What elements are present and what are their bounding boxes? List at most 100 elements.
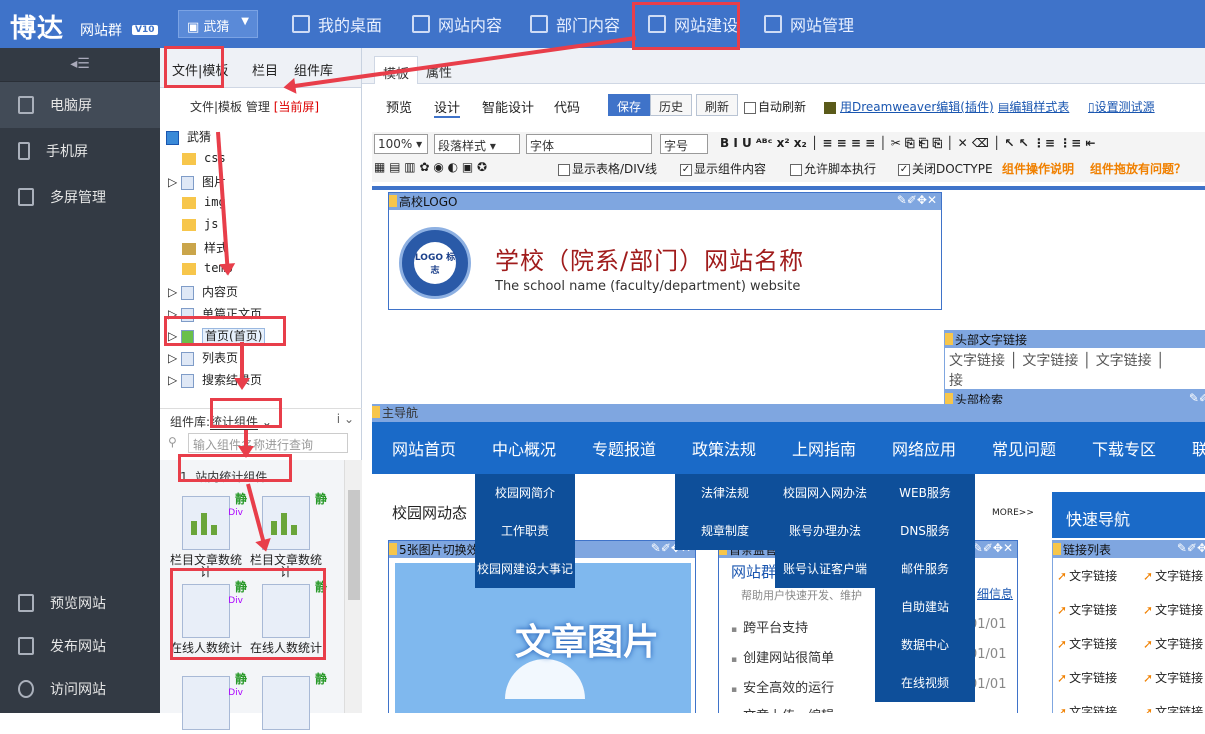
tree-item[interactable]: ▷ 列表页 [168, 349, 238, 366]
main-nav-widget[interactable]: 主导航 网站首页 中心概况 专题报道 政策法规 上网指南 网络应用 常见问题 下… [372, 404, 1205, 474]
header-link[interactable]: 文字链接 [1022, 353, 1078, 369]
sidebar-item-publish[interactable]: 发布网站 [0, 623, 160, 669]
dropdown-item[interactable]: WEB服务 [875, 474, 975, 512]
sidebar-item-visit[interactable]: 访问网站 [0, 666, 160, 712]
dropdown-item[interactable]: 账号认证客户端 [775, 550, 875, 588]
dropdown-item[interactable]: 在线视频 [875, 664, 975, 702]
nav-item[interactable]: 网络应用 [892, 436, 956, 460]
dropdown-item[interactable]: 工作职责 [475, 512, 575, 550]
header-link[interactable]: 文字链接 [1096, 353, 1152, 369]
nav-item[interactable]: 专题报道 [592, 436, 656, 460]
logo-widget[interactable]: 高校LOGO ✎✐✥✕ LOGO 标志 学校（院系/部门）网站名称 The sch… [388, 192, 942, 310]
component-search-input[interactable]: 输入组件名称进行查询 [188, 433, 348, 453]
detail-link[interactable]: 细信息 [977, 585, 1013, 602]
nav-item[interactable]: 政策法规 [692, 436, 756, 460]
menu-toggle-icon[interactable]: ◂☰ [0, 48, 160, 82]
widget-tools-icon[interactable]: ✎✐✥✕ [973, 541, 1013, 555]
help-link-2[interactable]: 组件拖放有问题？ [1090, 160, 1186, 177]
quick-link[interactable]: 文字链接 [1057, 703, 1117, 713]
nav-item[interactable]: 联 [1192, 436, 1205, 460]
dropdown-item[interactable]: 法律法规 [675, 474, 775, 512]
dropdown-item[interactable]: 邮件服务 [875, 550, 975, 588]
test-source-link[interactable]: ▯设置测试源 [1088, 98, 1155, 115]
nav-site-manage[interactable]: 网站管理 [764, 0, 854, 48]
list-item[interactable]: 创建网站很简单 [731, 647, 834, 666]
tab-property[interactable]: 属性 [418, 56, 460, 84]
widget-tools-icon[interactable]: ✎✐✥ [1177, 541, 1205, 555]
nav-item[interactable]: 中心概况 [492, 436, 556, 460]
info-icon[interactable]: i ⌄ [337, 412, 354, 426]
dropdown-item[interactable]: DNS服务 [875, 512, 975, 550]
sidebar-item-phone[interactable]: 手机屏 [0, 128, 160, 174]
focus-name[interactable]: 网站群 [731, 561, 776, 582]
component-item[interactable]: 静 Div [168, 673, 247, 734]
tree-item[interactable]: js [182, 217, 218, 231]
tree-root[interactable]: 武猜 [166, 128, 211, 145]
quick-link[interactable]: 文字链接 [1057, 669, 1117, 686]
edit-stylesheet-link[interactable]: ▤编辑样式表 [998, 98, 1069, 115]
nav-item[interactable]: 网站首页 [392, 436, 456, 460]
nav-item[interactable]: 常见问题 [992, 436, 1056, 460]
quick-link[interactable]: 文字链接 [1057, 567, 1117, 584]
dropdown-item[interactable]: 数据中心 [875, 626, 975, 664]
design-tab[interactable]: 设计 [434, 97, 461, 118]
sidebar-item-multiscreen[interactable]: 多屏管理 [0, 174, 160, 220]
allow-script-checkbox[interactable]: 允许脚本执行 [790, 160, 876, 177]
insert-icons[interactable]: ▦ ▤ ▥ ✿ ◉ ◐ ▣ ✪ [374, 160, 487, 174]
tree-item[interactable]: ▷ 内容页 [168, 283, 238, 300]
nav-desktop[interactable]: 我的桌面 [292, 0, 382, 48]
dropdown-item[interactable]: 规章制度 [675, 512, 775, 550]
show-content-checkbox[interactable]: ✓ 显示组件内容 [680, 160, 766, 177]
auto-refresh-checkbox[interactable]: 自动刷新 [744, 98, 806, 115]
tab-component-lib[interactable]: 组件库 [294, 60, 333, 79]
sidebar-item-preview[interactable]: 预览网站 [0, 580, 160, 626]
save-button[interactable]: 保存 [608, 94, 651, 116]
link-list-widget[interactable]: 链接列表✎✐✥ 文字链接文字链接 文字链接文字链接 文字链接文字链接 文字链接文… [1052, 540, 1205, 713]
quick-link[interactable]: 文字链接 [1143, 635, 1203, 652]
nav-item[interactable]: 上网指南 [792, 436, 856, 460]
quick-link[interactable]: 文字链接 [1057, 635, 1117, 652]
size-select[interactable]: 字号 [660, 134, 708, 154]
dropdown-item[interactable]: 校园网建设大事记 [475, 550, 575, 588]
show-table-checkbox[interactable]: 显示表格/DIV线 [558, 160, 657, 177]
refresh-button[interactable]: 刷新 [696, 94, 739, 116]
header-link[interactable]: 文字链接 [949, 353, 1005, 369]
dropdown-item[interactable]: 校园网简介 [475, 474, 575, 512]
dropdown-item[interactable]: 自助建站 [875, 588, 975, 626]
scrollbar[interactable] [344, 460, 362, 713]
list-item[interactable]: 跨平台支持 [731, 617, 808, 636]
header-links-widget[interactable]: 头部文字链接 文字链接 │ 文字链接 │ 文字链接 │ 接 [944, 330, 1205, 390]
tab-column[interactable]: 栏目 [252, 60, 278, 79]
site-select[interactable]: ▣ 武猜 ▼ [178, 10, 258, 38]
quick-link[interactable]: 文字链接 [1143, 567, 1203, 584]
help-link-1[interactable]: 组件操作说明 [1002, 160, 1074, 177]
dropdown-item[interactable]: 校园网入网办法 [775, 474, 875, 512]
list-item[interactable]: 安全高效的运行 [731, 677, 834, 696]
history-button[interactable]: 历史 [650, 94, 693, 116]
dreamweaver-link[interactable]: 用Dreamweaver编辑(插件) [824, 98, 994, 115]
header-link[interactable]: 接 [949, 373, 963, 389]
format-icons[interactable]: B I U ᴬᴮᶜ x² x₂ │ ≡ ≡ ≡ ≡ │ ✂ ⎘ ⎗ ⎘ │ ✕ … [720, 136, 1095, 151]
tree-item[interactable]: 样式 [182, 239, 228, 256]
quick-link[interactable]: 文字链接 [1143, 703, 1203, 713]
close-doctype-checkbox[interactable]: ✓ 关闭DOCTYPE [898, 160, 993, 177]
widget-tools-icon[interactable]: ✎✐ [1189, 391, 1205, 405]
tree-item[interactable]: ▷ 图片 [168, 173, 226, 190]
quick-link[interactable]: 文字链接 [1143, 601, 1203, 618]
tree-item[interactable]: img [182, 195, 226, 209]
sidebar-item-desktop[interactable]: 电脑屏 [0, 82, 160, 128]
more-link[interactable]: MORE>> [992, 508, 1034, 518]
smart-design-tab[interactable]: 智能设计 [482, 97, 534, 116]
code-tab[interactable]: 代码 [554, 97, 580, 116]
quick-link[interactable]: 文字链接 [1057, 601, 1117, 618]
font-select[interactable]: 字体 [526, 134, 652, 154]
zoom-select[interactable]: 100% ▾ [374, 134, 428, 154]
quick-link[interactable]: 文字链接 [1143, 669, 1203, 686]
list-item[interactable]: 文章上传，编辑 [731, 705, 834, 713]
component-item[interactable]: 静 [248, 673, 327, 734]
paragraph-select[interactable]: 段落样式 ▾ [434, 134, 520, 154]
dropdown-item[interactable]: 账号办理办法 [775, 512, 875, 550]
component-item[interactable]: 静 Div 栏目文章数统计 [168, 493, 247, 578]
preview-tab[interactable]: 预览 [386, 97, 412, 116]
nav-item[interactable]: 下载专区 [1092, 436, 1156, 460]
